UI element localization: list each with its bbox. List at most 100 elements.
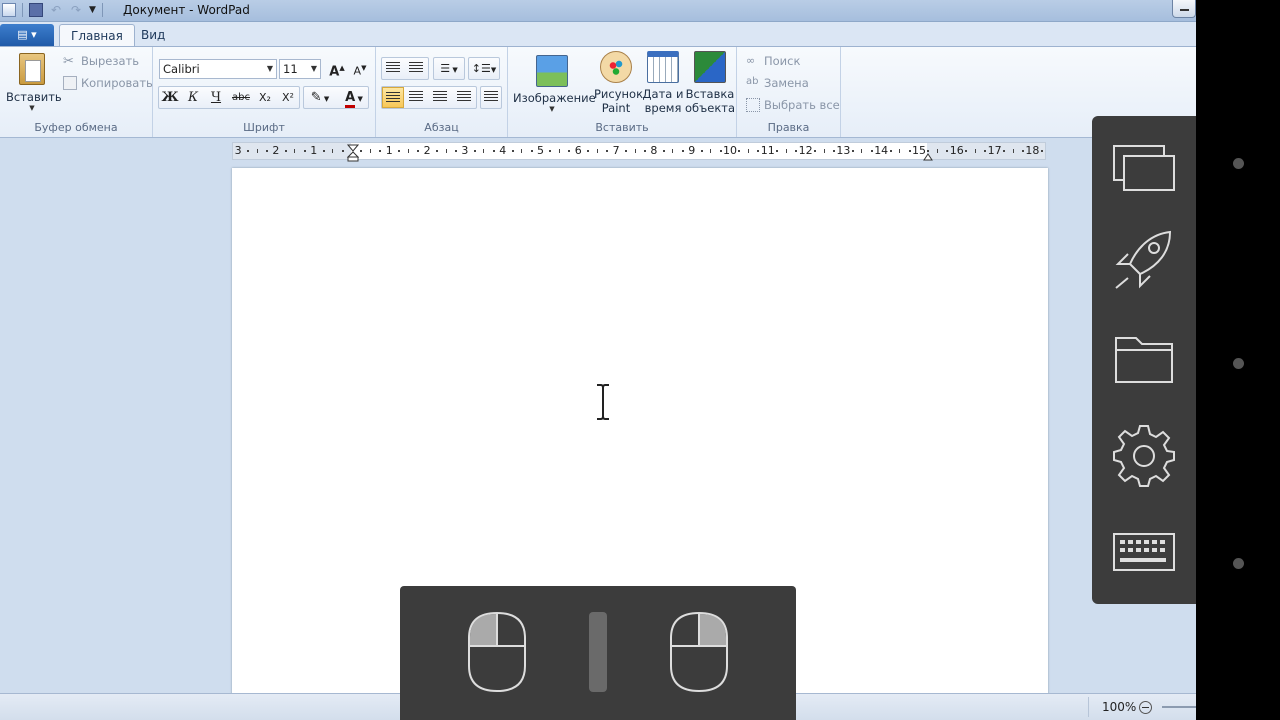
date-label-2: время bbox=[644, 101, 682, 115]
redo-icon[interactable]: ↷ bbox=[69, 3, 83, 17]
ruler-tick bbox=[587, 150, 590, 152]
bullet-list-icon: ☰ bbox=[440, 62, 451, 75]
title-bar: ↶ ↷ ▼ Документ - WordPad bbox=[0, 0, 1196, 22]
underline-button[interactable]: Ч bbox=[205, 87, 227, 108]
editing-group: ∞ Поиск ab Замена Выбрать все Правка bbox=[737, 47, 841, 137]
ruler-tick bbox=[974, 149, 976, 153]
select-all-button[interactable]: Выбрать все bbox=[746, 98, 840, 112]
indent-marker-icon[interactable] bbox=[347, 144, 359, 162]
save-icon[interactable] bbox=[29, 3, 43, 17]
ruler-number: 5 bbox=[537, 144, 544, 157]
ruler-tick bbox=[747, 149, 749, 153]
keyboard-icon[interactable] bbox=[1108, 516, 1180, 588]
ruler-tick bbox=[530, 150, 533, 152]
ribbon: Вставить ▼ ✂ Вырезать Копировать Буфер о… bbox=[0, 46, 1196, 138]
shrink-font-button[interactable]: A▼ bbox=[349, 58, 371, 79]
nav-dot[interactable] bbox=[1233, 158, 1244, 169]
picture-icon bbox=[536, 55, 568, 87]
left-mouse-button-icon[interactable] bbox=[466, 610, 528, 694]
ruler-tick bbox=[851, 150, 854, 152]
ruler-tick bbox=[681, 150, 684, 152]
find-label: Поиск bbox=[764, 54, 801, 68]
increase-indent-button[interactable] bbox=[405, 58, 427, 79]
find-button[interactable]: ∞ Поиск bbox=[746, 54, 800, 68]
nav-dot[interactable] bbox=[1233, 358, 1244, 369]
paragraph-icon bbox=[484, 91, 498, 103]
zoom-slider[interactable] bbox=[1162, 706, 1196, 708]
superscript-button[interactable]: X² bbox=[277, 87, 299, 108]
subscript-button[interactable]: X₂ bbox=[254, 87, 276, 108]
zoom-out-button[interactable] bbox=[1139, 701, 1152, 714]
ruler-tick bbox=[322, 150, 325, 152]
app-menu-button[interactable]: ▤ ▾ bbox=[0, 24, 54, 46]
replace-button[interactable]: ab Замена bbox=[746, 76, 809, 90]
ruler-tick bbox=[861, 149, 863, 153]
qat-customize-icon[interactable]: ▼ bbox=[89, 3, 96, 17]
object-label-1: Вставка bbox=[685, 87, 735, 101]
nav-dot[interactable] bbox=[1233, 558, 1244, 569]
remote-side-toolbar bbox=[1092, 116, 1196, 604]
windows-icon[interactable] bbox=[1108, 132, 1180, 204]
strikethrough-button[interactable]: abc bbox=[230, 87, 252, 108]
rocket-icon[interactable] bbox=[1108, 224, 1180, 296]
right-indent-marker-icon[interactable] bbox=[923, 151, 933, 161]
menu-icon: ▤ ▾ bbox=[17, 28, 37, 41]
ruler-tick bbox=[700, 150, 703, 152]
insert-picture-button[interactable]: Изображение ▼ bbox=[513, 51, 596, 113]
insert-object-button[interactable]: Вставка объекта bbox=[685, 51, 735, 115]
align-center-button[interactable] bbox=[405, 87, 427, 108]
clipboard-group: Вставить ▼ ✂ Вырезать Копировать Буфер о… bbox=[0, 47, 153, 137]
decrease-indent-button[interactable] bbox=[382, 58, 404, 79]
align-left-button[interactable] bbox=[382, 87, 404, 108]
date-time-button[interactable]: Дата и время bbox=[641, 51, 685, 115]
align-right-button[interactable] bbox=[429, 87, 451, 108]
ruler-tick bbox=[473, 150, 476, 152]
ruler[interactable]: 3 2 1 1 2 3 4 5 6 7 8 9 10 11 12 13 14 15 16 17 18 bbox=[232, 142, 1046, 162]
ruler-number: 1 bbox=[385, 144, 393, 157]
ruler-tick bbox=[984, 150, 987, 152]
replace-label: Замена bbox=[764, 76, 809, 90]
font-size-select[interactable]: 11 ▼ bbox=[279, 59, 321, 79]
scissors-icon: ✂ bbox=[63, 54, 74, 69]
list-button[interactable]: ☰ ▼ bbox=[434, 58, 464, 79]
scroll-wheel[interactable] bbox=[589, 612, 607, 692]
folder-icon[interactable] bbox=[1108, 324, 1180, 396]
highlight-button[interactable]: ✎ ▼ bbox=[305, 87, 335, 108]
tab-home[interactable]: Главная bbox=[59, 24, 135, 46]
copy-button[interactable]: Копировать bbox=[63, 76, 153, 90]
ruler-tick bbox=[436, 150, 439, 152]
italic-button[interactable]: К bbox=[182, 87, 204, 108]
ruler-tick bbox=[568, 150, 571, 152]
line-spacing-button[interactable]: ↕☰▼ bbox=[469, 58, 499, 79]
chevron-down-icon: ▼ bbox=[450, 66, 458, 74]
copy-label: Копировать bbox=[81, 76, 153, 90]
minimize-button[interactable] bbox=[1172, 0, 1196, 18]
window-title: Документ - WordPad bbox=[123, 3, 250, 17]
ruler-tick bbox=[795, 150, 798, 152]
right-mouse-button-icon[interactable] bbox=[668, 610, 730, 694]
undo-icon[interactable]: ↶ bbox=[49, 3, 63, 17]
font-group: Calibri ▼ 11 ▼ A▲ A▼ Ж К Ч abc X₂ X² ✎ ▼… bbox=[153, 47, 376, 137]
ruler-tick bbox=[889, 150, 892, 152]
ruler-tick bbox=[558, 149, 560, 153]
justify-button[interactable] bbox=[453, 87, 475, 108]
line-spacing-icon: ↕☰ bbox=[471, 62, 491, 75]
qat-separator bbox=[22, 3, 23, 17]
ruler-number: 11 bbox=[760, 144, 775, 157]
paint-drawing-button[interactable]: Рисунок Paint bbox=[594, 51, 643, 115]
object-icon bbox=[694, 51, 726, 83]
font-family-select[interactable]: Calibri ▼ bbox=[159, 59, 277, 79]
cut-button[interactable]: ✂ Вырезать bbox=[63, 54, 139, 69]
font-color-button[interactable]: A ▼ bbox=[339, 87, 369, 108]
gear-icon[interactable] bbox=[1108, 420, 1180, 492]
ruler-tick bbox=[936, 149, 938, 153]
paragraph-settings-button[interactable] bbox=[480, 87, 502, 108]
grow-font-button[interactable]: A▲ bbox=[326, 58, 348, 79]
font-group-label: Шрифт bbox=[243, 121, 285, 134]
paste-button[interactable]: Вставить ▼ bbox=[6, 51, 62, 115]
zoom-level: 100% bbox=[1102, 700, 1137, 714]
ruler-tick bbox=[870, 150, 873, 152]
wordpad-icon[interactable] bbox=[2, 3, 16, 17]
bold-button[interactable]: Ж bbox=[159, 87, 181, 108]
tab-view[interactable]: Вид bbox=[130, 24, 176, 46]
